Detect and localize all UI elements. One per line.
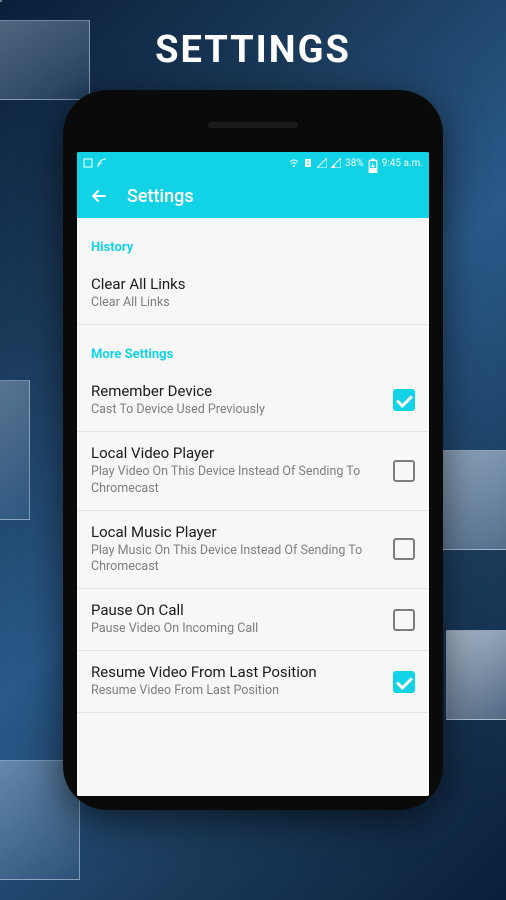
app-bar-title: Settings <box>127 186 194 207</box>
status-bar: 2 38% 9:45 a.m. <box>77 152 429 174</box>
item-remember-device[interactable]: Remember Device Cast To Device Used Prev… <box>77 370 429 432</box>
item-title: Remember Device <box>91 382 383 400</box>
item-clear-all-links[interactable]: Clear All Links Clear All Links <box>77 263 429 325</box>
item-subtitle: Play Video On This Device Instead Of Sen… <box>91 464 383 498</box>
phone-screen: 2 38% 9:45 a.m. Settings <box>77 152 429 796</box>
section-header-history: History <box>77 218 429 263</box>
item-title: Pause On Call <box>91 601 383 619</box>
clock-time: 9:45 a.m. <box>382 158 423 169</box>
app-notification-icon <box>83 158 93 168</box>
signal-icon <box>317 158 327 168</box>
item-title: Clear All Links <box>91 275 405 293</box>
phone-frame: 2 38% 9:45 a.m. Settings <box>63 90 443 810</box>
back-icon[interactable] <box>89 186 109 206</box>
checkbox-local-video-player[interactable] <box>393 460 415 482</box>
checkbox-remember-device[interactable] <box>393 389 415 411</box>
item-title: Local Video Player <box>91 444 383 462</box>
item-title: Local Music Player <box>91 523 383 541</box>
item-local-music-player[interactable]: Local Music Player Play Music On This De… <box>77 511 429 590</box>
item-local-video-player[interactable]: Local Video Player Play Video On This De… <box>77 432 429 511</box>
battery-icon <box>368 158 378 168</box>
phone-speaker <box>208 122 298 128</box>
item-title: Resume Video From Last Position <box>91 663 383 681</box>
app-bar: Settings <box>77 174 429 218</box>
page-title: SETTINGS <box>0 0 506 72</box>
item-subtitle: Cast To Device Used Previously <box>91 402 383 419</box>
section-header-more-settings: More Settings <box>77 325 429 370</box>
battery-percent: 38% <box>345 158 364 169</box>
checkbox-resume-video[interactable] <box>393 671 415 693</box>
checkbox-local-music-player[interactable] <box>393 538 415 560</box>
signal-icon-2 <box>331 158 341 168</box>
item-pause-on-call[interactable]: Pause On Call Pause Video On Incoming Ca… <box>77 589 429 651</box>
checkbox-pause-on-call[interactable] <box>393 609 415 631</box>
cast-icon <box>97 158 107 168</box>
item-subtitle: Pause Video On Incoming Call <box>91 621 383 638</box>
item-subtitle: Resume Video From Last Position <box>91 683 383 700</box>
settings-content: History Clear All Links Clear All Links … <box>77 218 429 796</box>
sim-icon: 2 <box>303 158 313 168</box>
item-subtitle: Play Music On This Device Instead Of Sen… <box>91 543 383 577</box>
item-resume-video[interactable]: Resume Video From Last Position Resume V… <box>77 651 429 713</box>
item-subtitle: Clear All Links <box>91 295 405 312</box>
wifi-icon <box>289 158 299 168</box>
